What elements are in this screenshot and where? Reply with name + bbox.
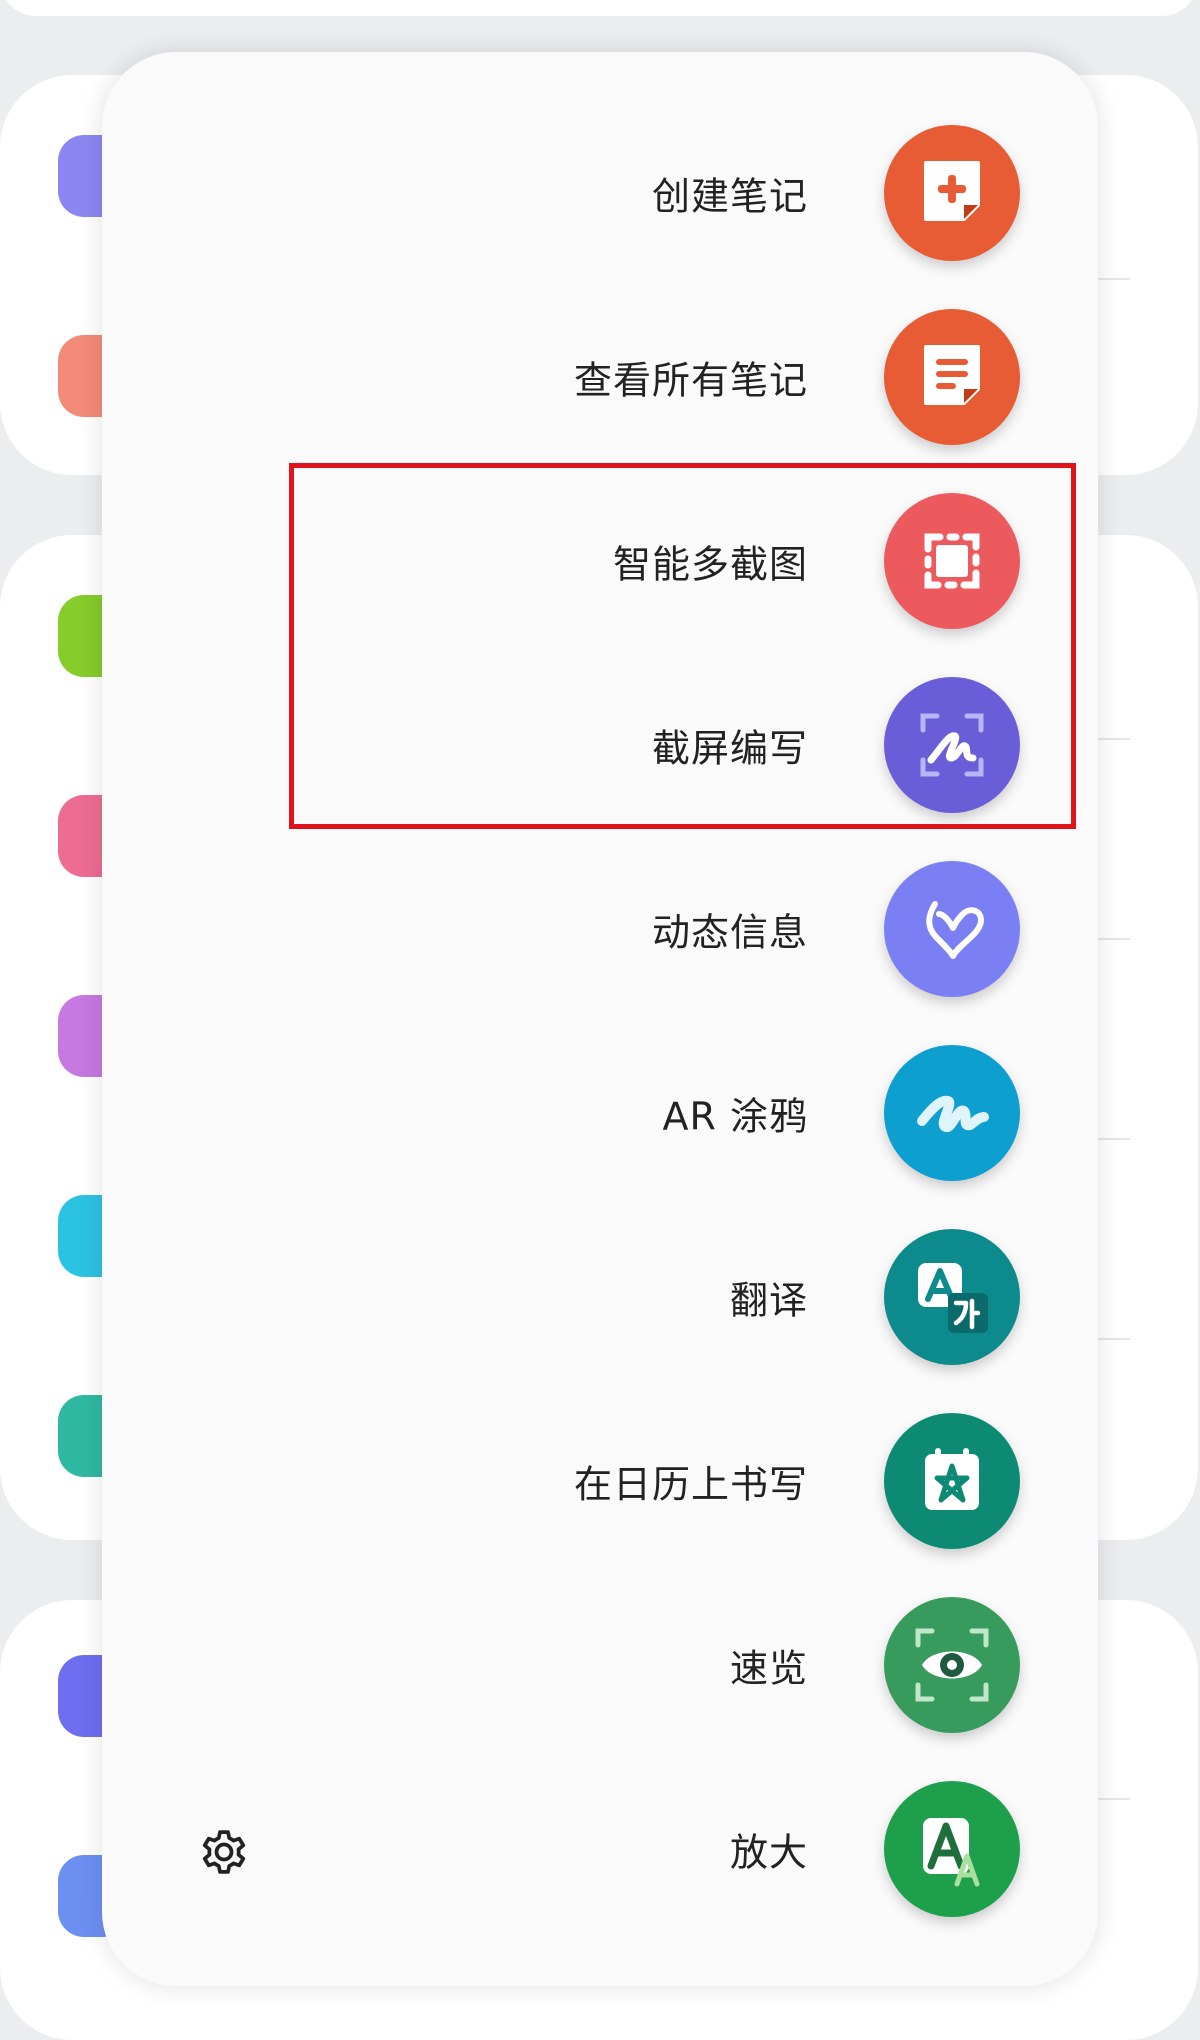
gear-icon[interactable]: [194, 1822, 254, 1882]
menu-item-label: AR 涂鸦: [662, 1094, 808, 1139]
menu-item-write-on-calendar[interactable]: 在日历上书写: [102, 1396, 1098, 1566]
create-note-icon[interactable]: [884, 125, 1020, 261]
menu-item-label: 创建笔记: [651, 174, 808, 219]
view-all-notes-icon[interactable]: [884, 309, 1020, 445]
menu-item-label: 速览: [729, 1646, 808, 1691]
menu-item-label: 动态信息: [651, 910, 808, 955]
background-card: [0, 0, 1198, 16]
translate-icon[interactable]: [884, 1229, 1020, 1365]
highlight-box: [289, 463, 1076, 829]
menu-item-glance[interactable]: 速览: [102, 1580, 1098, 1750]
ar-doodle-icon[interactable]: [884, 1045, 1020, 1181]
menu-item-view-all-notes[interactable]: 查看所有笔记: [102, 292, 1098, 462]
write-on-calendar-icon[interactable]: [884, 1413, 1020, 1549]
air-command-panel: 创建笔记 查看所有笔记 智能多截图 截屏编写 动态信息 AR 涂鸦 翻译 在日历…: [102, 52, 1098, 1986]
menu-item-label: 查看所有笔记: [573, 358, 808, 403]
menu-item-label: 翻译: [729, 1278, 808, 1323]
menu-item-create-note[interactable]: 创建笔记: [102, 108, 1098, 278]
magnify-icon[interactable]: [884, 1781, 1020, 1917]
live-message-icon[interactable]: [884, 861, 1020, 997]
menu-item-live-message[interactable]: 动态信息: [102, 844, 1098, 1014]
menu-item-ar-doodle[interactable]: AR 涂鸦: [102, 1028, 1098, 1198]
glance-icon[interactable]: [884, 1597, 1020, 1733]
menu-item-label: 在日历上书写: [573, 1462, 808, 1507]
menu-item-translate[interactable]: 翻译: [102, 1212, 1098, 1382]
menu-item-label: 放大: [729, 1830, 808, 1875]
